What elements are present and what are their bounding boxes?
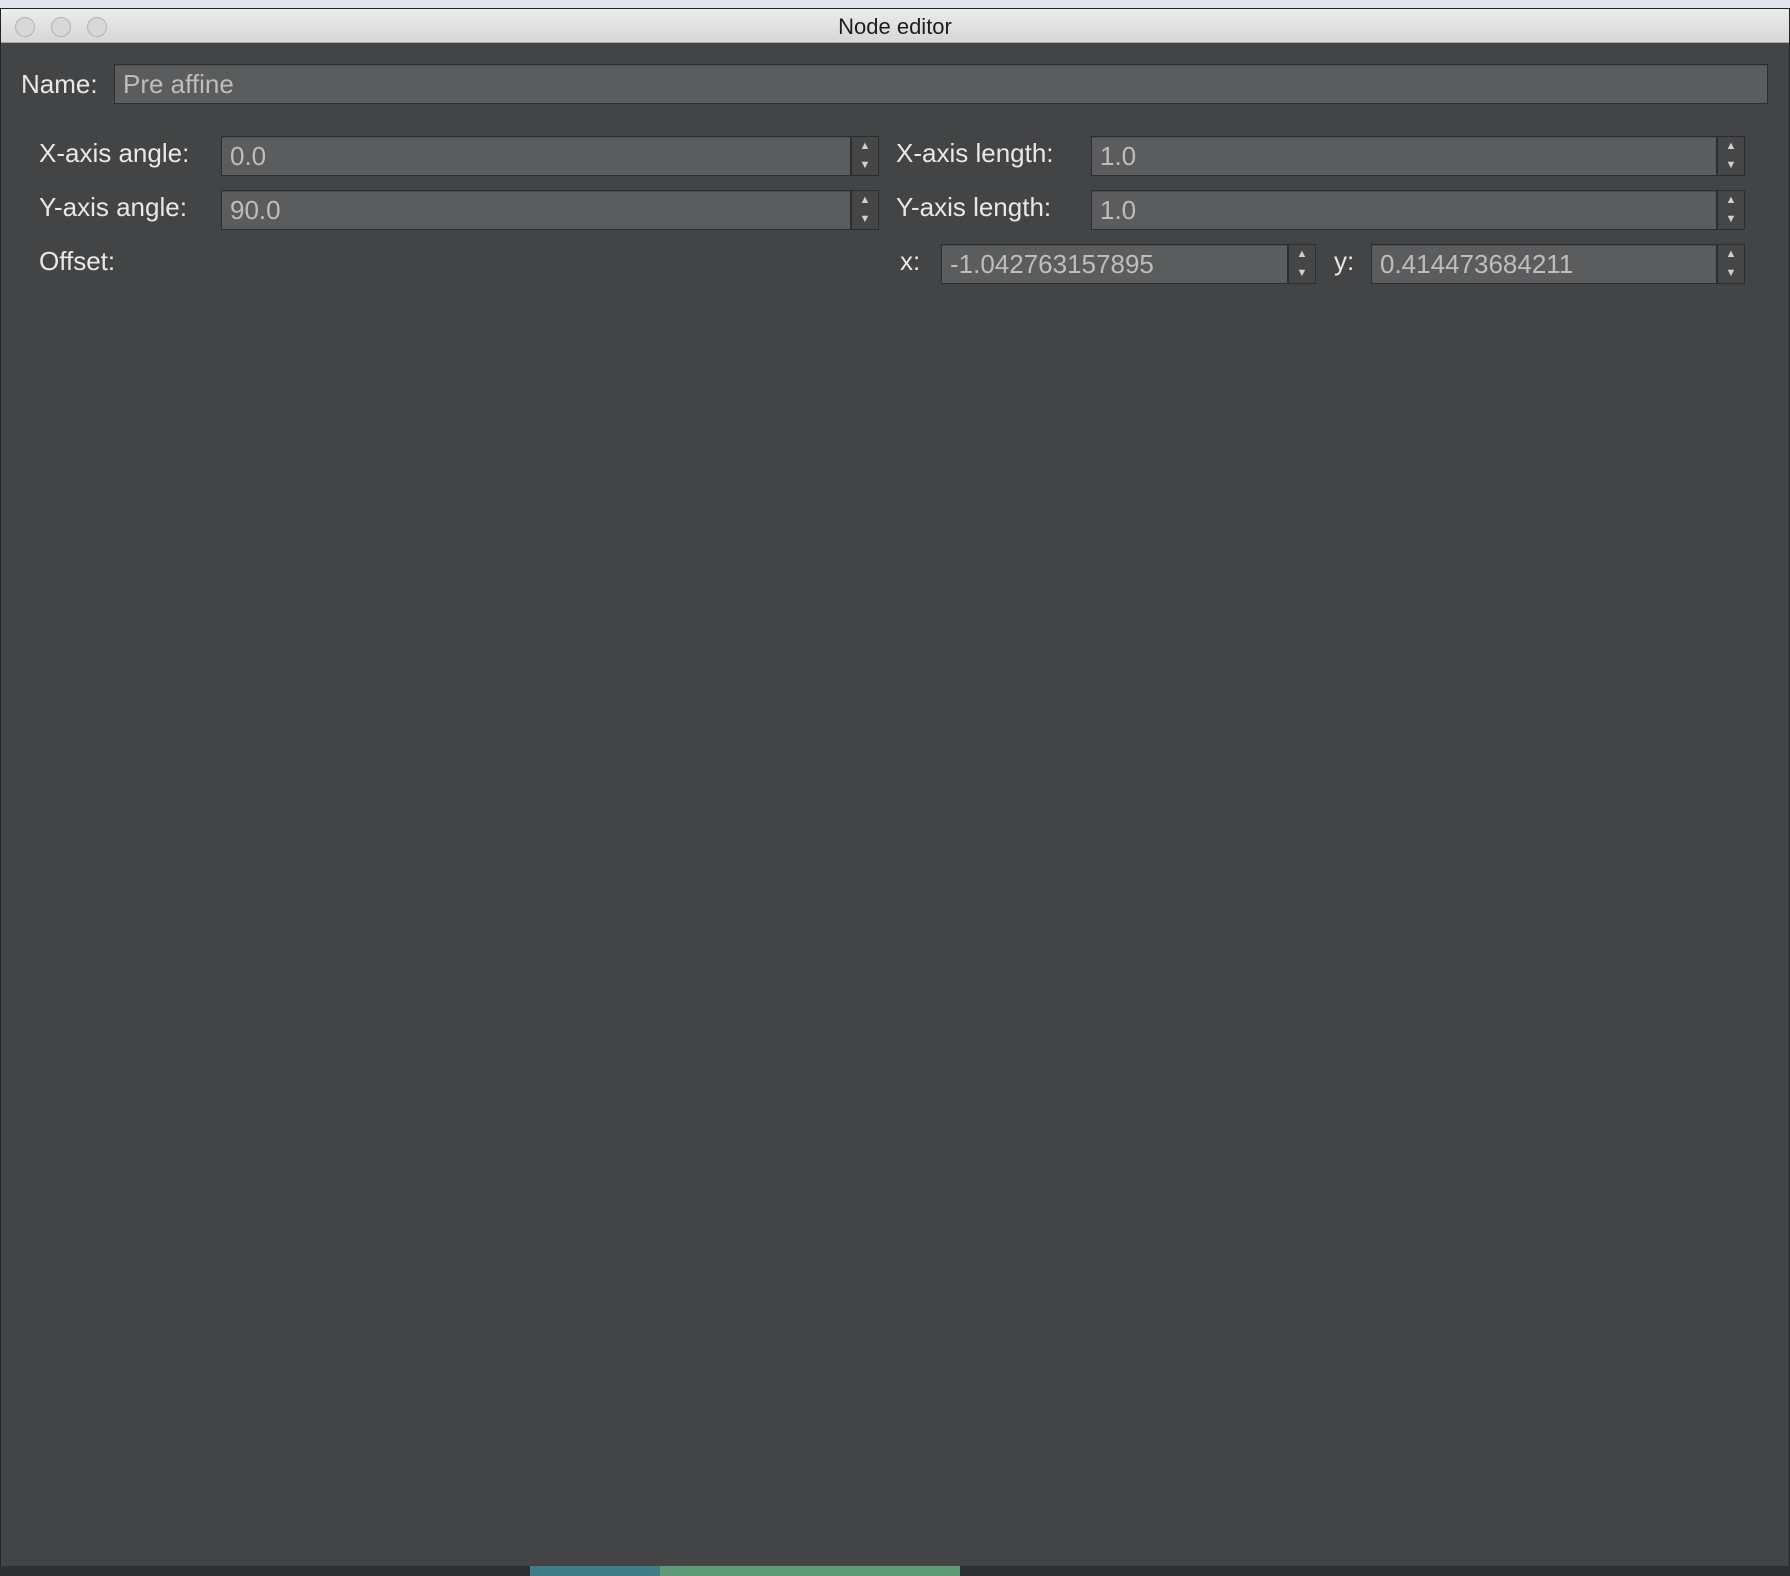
spin-down-icon[interactable]: ▼ bbox=[852, 210, 878, 229]
background-app-fragment bbox=[530, 1566, 660, 1576]
spin-up-icon[interactable]: ▲ bbox=[852, 191, 878, 210]
x-axis-length-input[interactable]: 1.0 bbox=[1091, 136, 1717, 176]
spin-up-icon[interactable]: ▲ bbox=[1718, 245, 1744, 264]
x-axis-angle-label: X-axis angle: bbox=[39, 138, 190, 168]
node-editor-window: Node editor Name: Pre affine X-axis angl… bbox=[0, 8, 1790, 1568]
offset-y-label: y: bbox=[1334, 246, 1355, 276]
y-axis-angle-label: Y-axis angle: bbox=[39, 192, 187, 222]
x-axis-length-spinner[interactable]: ▲ ▼ bbox=[1717, 136, 1745, 176]
x-axis-length-label: X-axis length: bbox=[896, 138, 1054, 168]
spin-up-icon[interactable]: ▲ bbox=[1718, 191, 1744, 210]
spin-down-icon[interactable]: ▼ bbox=[1718, 264, 1744, 283]
name-input[interactable]: Pre affine bbox=[114, 64, 1768, 104]
spin-down-icon[interactable]: ▼ bbox=[1718, 156, 1744, 175]
offset-x-spinner[interactable]: ▲ ▼ bbox=[1288, 244, 1316, 284]
x-axis-angle-spinner[interactable]: ▲ ▼ bbox=[851, 136, 879, 176]
offset-label: Offset: bbox=[39, 246, 116, 276]
spin-up-icon[interactable]: ▲ bbox=[1718, 137, 1744, 156]
x-axis-angle-input[interactable]: 0.0 bbox=[221, 136, 851, 176]
offset-y-input[interactable]: 0.414473684211 bbox=[1371, 244, 1717, 284]
y-axis-angle-input[interactable]: 90.0 bbox=[221, 190, 851, 230]
spin-up-icon[interactable]: ▲ bbox=[1289, 245, 1315, 264]
y-axis-angle-spinner[interactable]: ▲ ▼ bbox=[851, 190, 879, 230]
background-app-fragment bbox=[660, 1566, 960, 1576]
spin-down-icon[interactable]: ▼ bbox=[1718, 210, 1744, 229]
name-label: Name: bbox=[21, 69, 98, 99]
y-axis-length-label: Y-axis length: bbox=[896, 192, 1052, 222]
y-axis-length-input[interactable]: 1.0 bbox=[1091, 190, 1717, 230]
spin-up-icon[interactable]: ▲ bbox=[852, 137, 878, 156]
title-bar[interactable]: Node editor bbox=[1, 9, 1789, 43]
spin-down-icon[interactable]: ▼ bbox=[852, 156, 878, 175]
offset-x-label: x: bbox=[900, 246, 921, 276]
window-title: Node editor bbox=[838, 14, 952, 39]
y-axis-length-spinner[interactable]: ▲ ▼ bbox=[1717, 190, 1745, 230]
offset-x-input[interactable]: -1.042763157895 bbox=[941, 244, 1288, 284]
desktop-bottom-strip bbox=[0, 1566, 1790, 1576]
spin-down-icon[interactable]: ▼ bbox=[1289, 264, 1315, 283]
offset-y-spinner[interactable]: ▲ ▼ bbox=[1717, 244, 1745, 284]
